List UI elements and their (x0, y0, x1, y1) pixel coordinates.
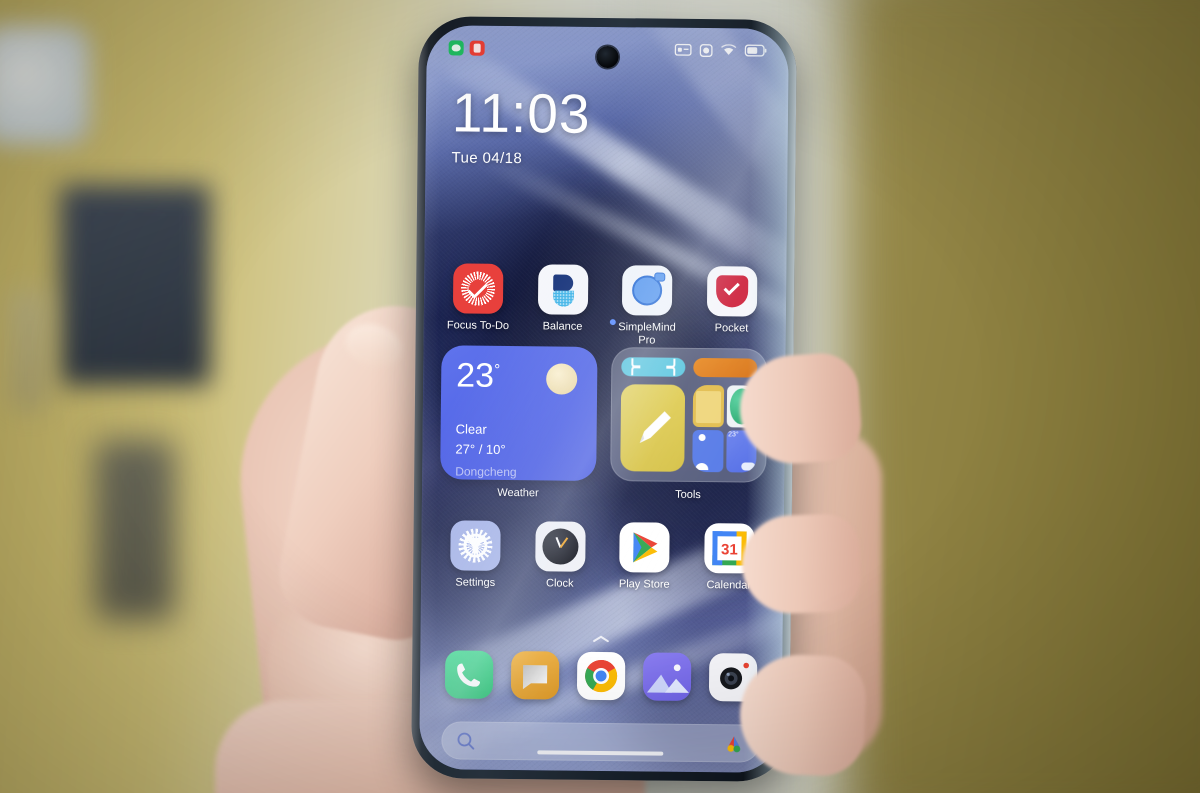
photo-vignette (0, 0, 1200, 793)
photo-scene: 11:03 Tue 04/18 Focus To-Do Balance (0, 0, 1200, 793)
